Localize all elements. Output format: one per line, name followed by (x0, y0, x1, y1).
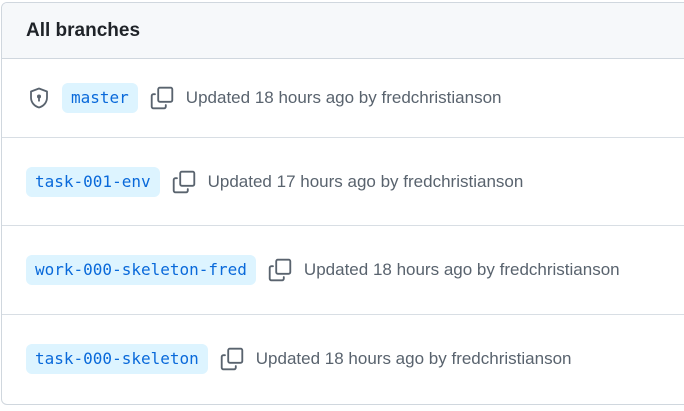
copy-icon[interactable] (266, 256, 294, 284)
updated-prefix: Updated (207, 171, 272, 191)
updated-prefix: Updated (255, 349, 321, 368)
copy-icon[interactable] (148, 84, 176, 112)
by-label: by (358, 88, 377, 107)
by-label: by (476, 260, 495, 279)
panel-title: All branches (26, 19, 141, 41)
copy-icon[interactable] (170, 168, 198, 196)
updated-prefix: Updated (185, 88, 251, 107)
branch-row: task-001-env Updated 17 hours ago by fre… (2, 138, 684, 226)
panel-header: All branches (2, 3, 684, 59)
copy-icon[interactable] (218, 345, 246, 373)
branch-meta: Updated 18 hours ago by fredchristianson (304, 260, 620, 280)
updated-time: 18 hours ago (372, 260, 473, 279)
author-name: fredchristianson (451, 349, 572, 368)
branch-meta: Updated 17 hours ago by fredchristianson (208, 172, 524, 192)
updated-time: 18 hours ago (324, 349, 425, 368)
updated-time: 18 hours ago (254, 88, 355, 107)
branch-row: task-000-skeleton Updated 18 hours ago b… (2, 315, 684, 403)
branch-name-link[interactable]: master (62, 83, 138, 113)
author-name: fredchristianson (381, 88, 502, 107)
author-name: fredchristianson (499, 260, 620, 279)
by-label: by (428, 349, 447, 368)
branch-row: master Updated 18 hours ago by fredchris… (2, 59, 684, 138)
branch-name-link[interactable]: task-001-env (26, 166, 160, 197)
shield-lock-icon[interactable] (26, 85, 52, 111)
by-label: by (380, 171, 399, 191)
branch-meta: Updated 18 hours ago by fredchristianson (256, 349, 572, 369)
updated-time: 17 hours ago (276, 171, 376, 191)
branches-panel: All branches master Updated 18 hours ago… (1, 2, 684, 405)
updated-prefix: Updated (303, 260, 369, 279)
branch-name-link[interactable]: task-000-skeleton (26, 344, 208, 374)
branch-meta: Updated 18 hours ago by fredchristianson (186, 88, 502, 108)
author-name: fredchristianson (403, 171, 524, 191)
branch-name-link[interactable]: work-000-skeleton-fred (26, 255, 256, 285)
branch-row: work-000-skeleton-fred Updated 18 hours … (2, 226, 684, 315)
